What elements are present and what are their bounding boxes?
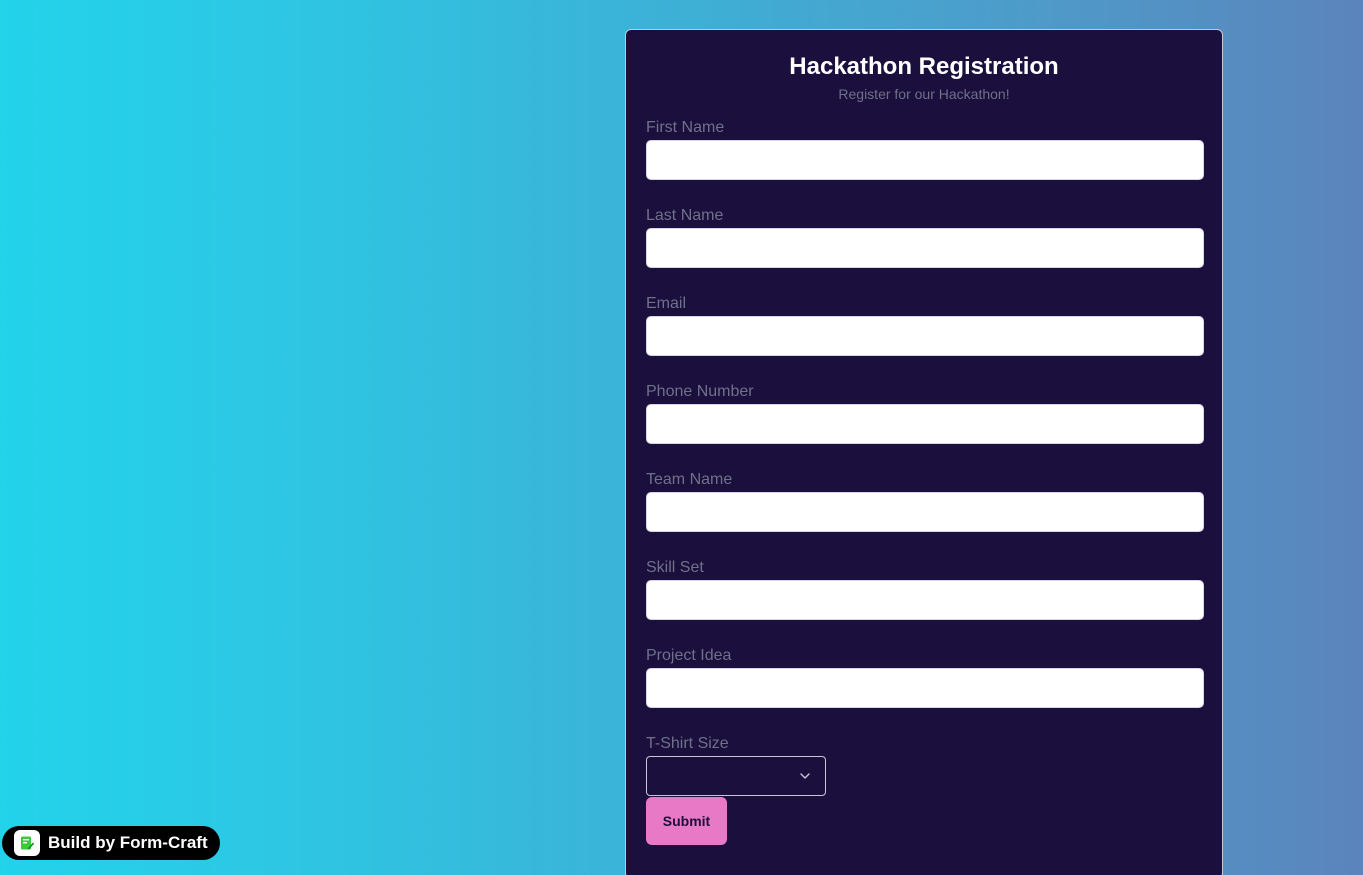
form-subtitle: Register for our Hackathon!: [838, 86, 1010, 102]
skill-set-label: Skill Set: [646, 559, 704, 576]
skill-set-input[interactable]: [646, 580, 1204, 620]
last-name-field: Last Name: [646, 207, 1204, 295]
form-fields: First Name Last Name Email Phone Number …: [646, 119, 1204, 845]
first-name-field: First Name: [646, 119, 1204, 207]
team-name-input[interactable]: [646, 492, 1204, 532]
project-idea-field: Project Idea: [646, 647, 1204, 735]
skill-set-field: Skill Set: [646, 559, 1204, 647]
project-idea-input[interactable]: [646, 668, 1204, 708]
project-idea-label: Project Idea: [646, 647, 732, 664]
email-field: Email: [646, 295, 1204, 383]
email-label: Email: [646, 295, 687, 312]
tshirt-size-field: T-Shirt Size: [646, 735, 1202, 797]
submit-button[interactable]: Submit: [646, 797, 727, 845]
tshirt-size-select[interactable]: [646, 756, 826, 796]
team-name-label: Team Name: [646, 471, 733, 488]
badge-text: Build by Form-Craft: [48, 833, 208, 852]
form-craft-badge[interactable]: Build by Form-Craft: [2, 826, 220, 860]
phone-number-label: Phone Number: [646, 383, 754, 400]
first-name-input[interactable]: [646, 140, 1204, 180]
form-craft-logo-icon: [14, 830, 40, 856]
registration-form: Hackathon Registration Register for our …: [625, 29, 1223, 875]
phone-number-input[interactable]: [646, 404, 1204, 444]
chevron-down-icon: [800, 773, 810, 779]
first-name-label: First Name: [646, 119, 725, 136]
phone-number-field: Phone Number: [646, 383, 1204, 471]
last-name-input[interactable]: [646, 228, 1204, 268]
last-name-label: Last Name: [646, 207, 724, 224]
tshirt-size-label: T-Shirt Size: [646, 735, 729, 752]
form-title: Hackathon Registration: [789, 53, 1059, 80]
email-input[interactable]: [646, 316, 1204, 356]
team-name-field: Team Name: [646, 471, 1204, 559]
